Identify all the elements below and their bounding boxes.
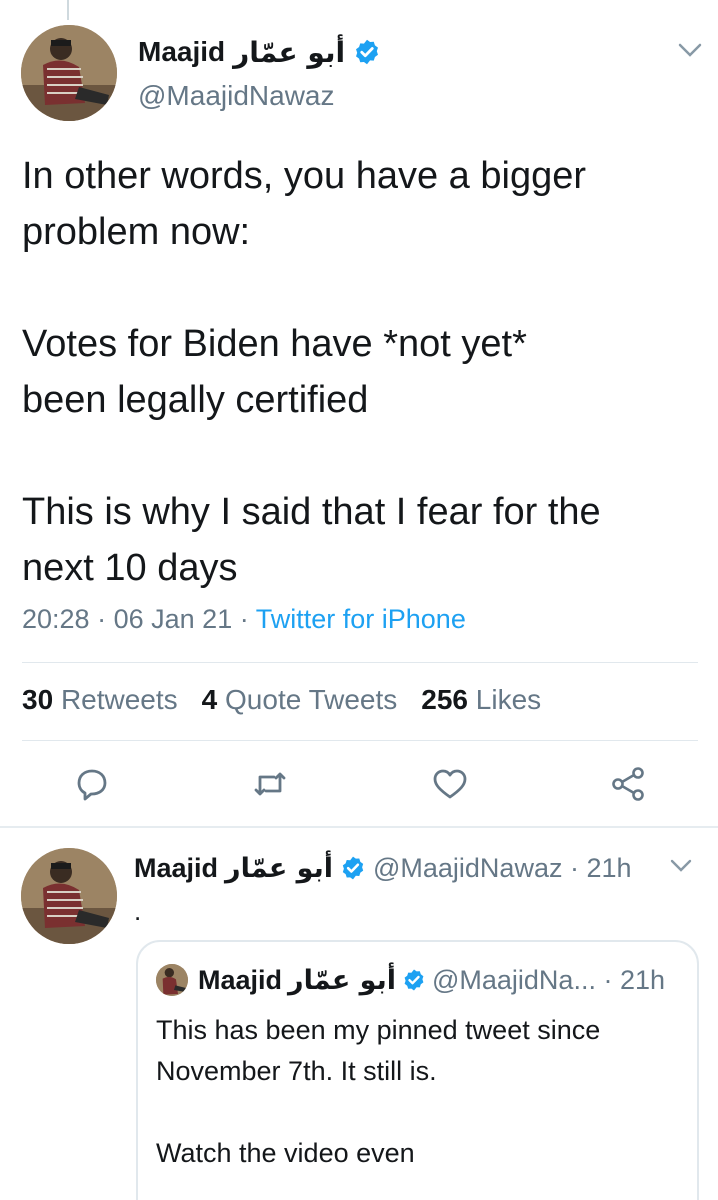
verified-badge-icon xyxy=(353,38,381,66)
quote-tweets-stat[interactable]: 4 Quote Tweets xyxy=(202,684,398,716)
like-icon[interactable] xyxy=(430,764,470,804)
tweet-separator xyxy=(0,826,718,828)
author-row: Maajid أبو عمّار xyxy=(138,32,381,72)
avatar[interactable] xyxy=(21,25,117,121)
avatar-image xyxy=(156,964,188,996)
tweet-text-line: problem now: xyxy=(22,211,251,253)
quoted-tweet-text: This has been my pinned tweet since Nove… xyxy=(156,1010,686,1200)
tweet-date: 06 Jan 21 xyxy=(113,604,233,634)
quote-tweets-count: 4 xyxy=(201,684,218,715)
retweets-label: Retweets xyxy=(60,684,178,715)
avatar-image xyxy=(21,25,117,121)
retweets-count: 30 xyxy=(22,684,54,715)
chevron-down-icon[interactable] xyxy=(668,857,694,875)
retweet-icon[interactable] xyxy=(250,764,290,804)
likes-stat[interactable]: 256 Likes xyxy=(421,684,541,716)
author-name-arabic[interactable]: أبو عمّار xyxy=(233,36,345,69)
tweet-meta: 20:28 · 06 Jan 21 · Twitter for iPhone xyxy=(22,604,466,635)
avatar[interactable] xyxy=(21,848,117,944)
verified-badge-icon xyxy=(340,855,366,881)
tweet-time: 20:28 xyxy=(22,604,90,634)
meta-separator: · xyxy=(97,604,107,634)
divider xyxy=(22,662,698,663)
quoted-tweet-card[interactable]: Maajid أبو عمّار @MaajidNa... · 21h This… xyxy=(136,940,699,1200)
tweet-text: In other words, you have a bigger proble… xyxy=(22,148,702,596)
meta-separator: · xyxy=(239,604,249,634)
tweet-text-line: This is why I said that I fear for the xyxy=(22,491,601,533)
tweet-text-line: In other words, you have a bigger xyxy=(22,155,587,197)
share-icon[interactable] xyxy=(608,764,648,804)
author-handle[interactable]: @MaajidNawaz xyxy=(138,80,335,112)
divider xyxy=(22,740,698,741)
likes-label: Likes xyxy=(475,684,542,715)
author-name[interactable]: Maajid xyxy=(134,853,218,884)
tweet-text-line: next 10 days xyxy=(22,547,238,589)
tweet-text-blank-line xyxy=(22,428,702,484)
action-bar xyxy=(0,764,718,804)
avatar-image xyxy=(21,848,117,944)
quoted-text-line: This has been my pinned tweet since xyxy=(156,1015,601,1045)
quoted-text-line: Watch the video even xyxy=(156,1138,415,1168)
quoted-author-name-arabic: أبو عمّار xyxy=(288,964,396,996)
author-name-arabic[interactable]: أبو عمّار xyxy=(225,853,333,884)
quoted-text-blank-line xyxy=(156,1092,686,1133)
main-tweet: Maajid أبو عمّار @MaajidNawaz In other w… xyxy=(0,0,718,826)
quote-tweets-label: Quote Tweets xyxy=(225,684,398,715)
tweet-text-line: been legally certified xyxy=(22,379,369,421)
engagement-stats: 30 Retweets 4 Quote Tweets 256 Likes xyxy=(22,684,541,716)
quoted-author-handle-time: @MaajidNa... · 21h xyxy=(431,964,665,995)
tweet-text-blank-line xyxy=(22,260,702,316)
quoted-text-line: November 7th. It still is. xyxy=(156,1056,437,1086)
chevron-down-icon[interactable] xyxy=(676,40,704,60)
verified-badge-icon xyxy=(402,968,426,992)
author-name[interactable]: Maajid xyxy=(138,36,225,68)
author-handle-time[interactable]: @MaajidNawaz · 21h xyxy=(373,853,632,884)
retweets-stat[interactable]: 30 Retweets xyxy=(22,684,178,716)
likes-count: 256 xyxy=(421,684,468,715)
tweet-source-link[interactable]: Twitter for iPhone xyxy=(256,604,466,634)
quoted-text-line: ... xyxy=(156,1179,179,1200)
quoted-author-row: Maajid أبو عمّار @MaajidNa... · 21h xyxy=(198,962,665,998)
reply-icon[interactable] xyxy=(72,764,112,804)
author-row: Maajid أبو عمّار @MaajidNawaz · 21h xyxy=(134,850,632,886)
avatar xyxy=(156,964,188,996)
tweet-text: . xyxy=(134,896,142,926)
quoted-author-name: Maajid xyxy=(198,964,283,995)
tweet-text-line: Votes for Biden have *not yet* xyxy=(22,323,527,365)
